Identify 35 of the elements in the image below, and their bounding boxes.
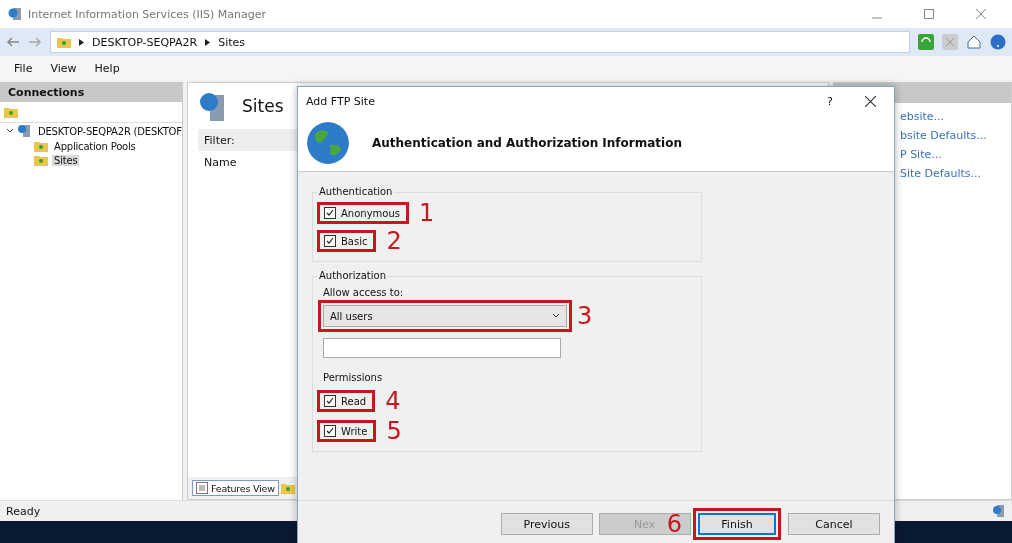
breadcrumb[interactable]: Sites	[218, 35, 246, 49]
help-button[interactable]: ?	[815, 94, 845, 108]
address-bar[interactable]: DESKTOP-SEQPA2R Sites	[50, 31, 910, 53]
breadcrumb[interactable]: DESKTOP-SEQPA2R	[92, 35, 198, 49]
window-title: Internet Information Services (IIS) Manager	[28, 7, 267, 21]
page-title: Sites	[242, 96, 284, 116]
dialog-button[interactable]: Previous	[500, 513, 593, 535]
dialog-button[interactable]: Cancel	[788, 513, 880, 535]
tree-item[interactable]: Sites	[52, 154, 80, 166]
field-label: Allow access to:	[322, 287, 405, 298]
annotation-number: 5	[386, 419, 402, 443]
dialog-title: Add FTP Site	[306, 94, 376, 108]
menu-item[interactable]: File	[6, 59, 41, 77]
annotation-number: 6	[666, 512, 682, 536]
annotation-number: 3	[577, 304, 593, 328]
annotation-number: 4	[385, 389, 401, 413]
panel-header: Connections	[0, 82, 182, 102]
annotation-number: 1	[418, 201, 435, 225]
dialog-heading: Authentication and Authorization Information	[372, 136, 682, 150]
checkbox[interactable]: Read	[317, 390, 376, 412]
group-label: Authorization	[317, 270, 388, 281]
group-label: Authentication	[317, 186, 395, 197]
column-header[interactable]: Name	[204, 155, 237, 169]
menu-item[interactable]: Help	[86, 59, 128, 77]
menu-item[interactable]: View	[42, 59, 85, 77]
annotation-number: 2	[386, 229, 402, 253]
checkbox[interactable]: Write	[317, 420, 377, 442]
checkbox[interactable]: Basic	[317, 230, 377, 252]
status-text: Ready	[6, 504, 41, 518]
view-tab[interactable]: Features View	[192, 480, 279, 496]
checkbox[interactable]: Anonymous	[317, 202, 409, 224]
tree-item[interactable]: Application Pools	[52, 140, 138, 152]
filter-label: Filter:	[204, 133, 235, 147]
tree-item[interactable]: DESKTOP-SEQPA2R (DESKTOF	[36, 125, 184, 137]
group-label: Permissions	[322, 372, 384, 383]
